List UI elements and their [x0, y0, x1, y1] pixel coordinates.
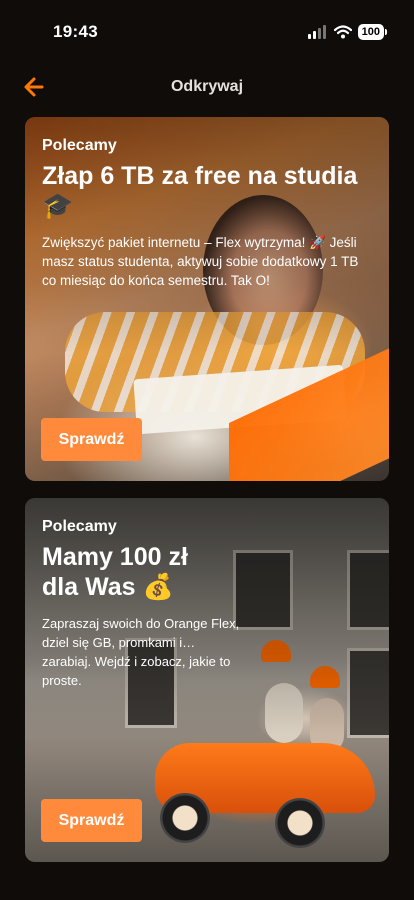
- card-description: Zapraszaj swoich do Orange Flex, dziel s…: [42, 616, 240, 688]
- battery-icon: 100: [357, 24, 388, 40]
- promo-card-referral[interactable]: Polecamy Mamy 100 zł dla Was 💰 Zapraszaj…: [25, 498, 389, 862]
- card-headline-line: dla Was 💰: [42, 573, 174, 601]
- card-description: Zwiększyć pakiet internetu – Flex wytrzy…: [42, 235, 359, 288]
- card-content: Polecamy Mamy 100 zł dla Was 💰 Zapraszaj…: [42, 518, 375, 690]
- card-headline: Złap 6 TB za free na studia 🎓: [42, 162, 358, 220]
- check-button[interactable]: Sprawdź: [41, 799, 142, 842]
- check-button[interactable]: Sprawdź: [41, 418, 142, 461]
- wifi-icon: [333, 25, 352, 39]
- card-headline: Mamy 100 zł dla Was 💰: [42, 542, 375, 602]
- signal-icon: [307, 25, 326, 39]
- card-eyebrow: Polecamy: [42, 518, 117, 535]
- nav-bar: Odkrywaj: [0, 68, 414, 108]
- status-bar: 19:43 100: [0, 0, 414, 60]
- status-icons: 100: [307, 24, 388, 40]
- promo-card-students[interactable]: Polecamy Złap 6 TB za free na studia 🎓 Z…: [25, 117, 389, 481]
- card-content: Polecamy Złap 6 TB za free na studia 🎓 Z…: [42, 137, 375, 290]
- status-time: 19:43: [53, 22, 98, 41]
- page-title: Odkrywaj: [170, 78, 244, 95]
- card-headline-line: Mamy 100 zł: [42, 543, 188, 571]
- card-eyebrow: Polecamy: [42, 137, 117, 154]
